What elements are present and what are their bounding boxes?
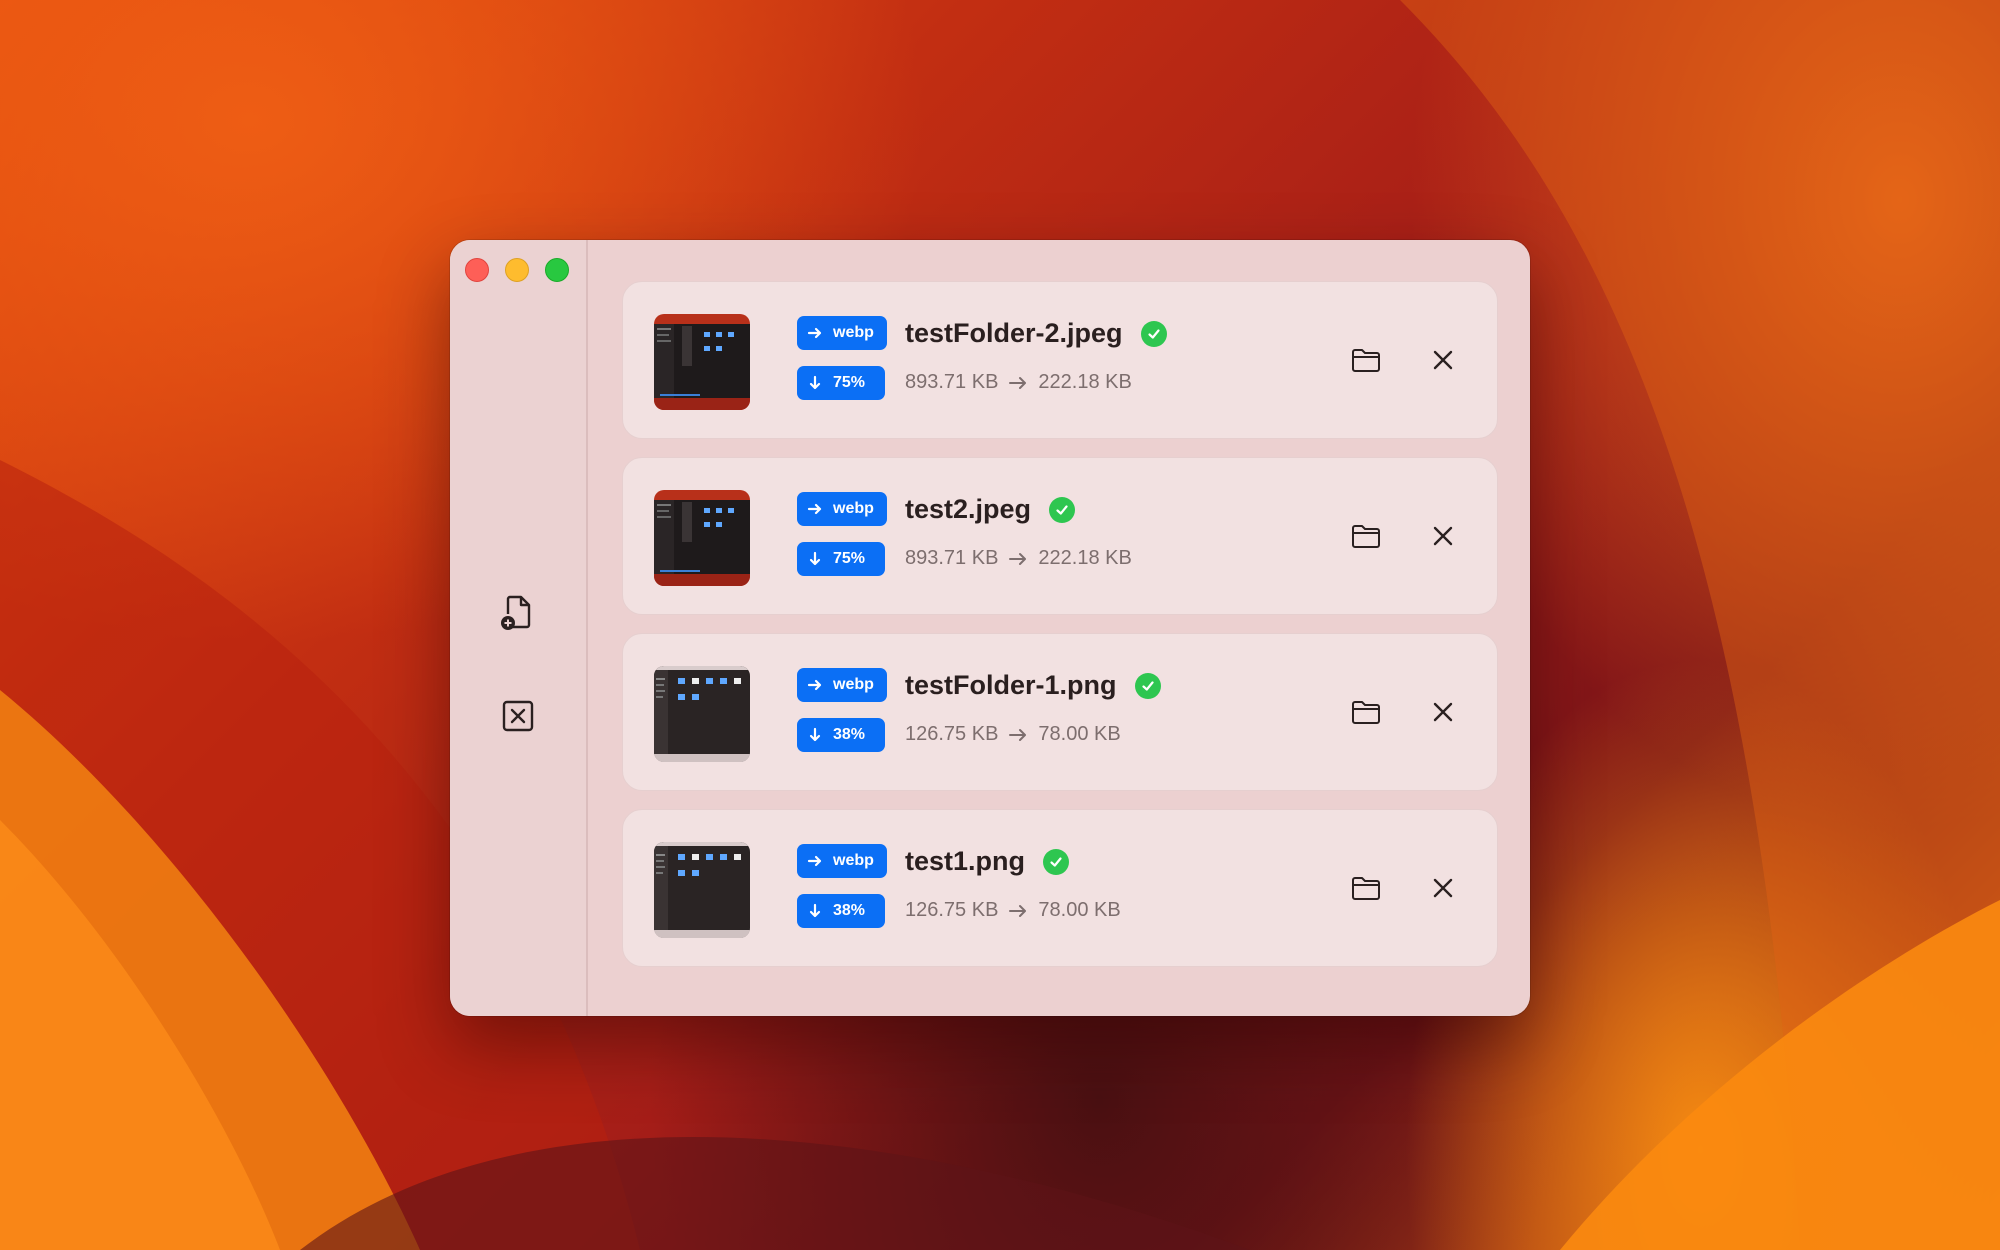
arrow-down-icon <box>809 903 821 918</box>
format-label: webp <box>833 500 874 517</box>
show-in-folder-button[interactable] <box>1346 692 1386 732</box>
close-icon <box>1433 702 1453 722</box>
app-window: i <box>450 240 1530 1016</box>
arrow-down-icon <box>809 551 821 566</box>
reduction-label: 38% <box>833 726 866 743</box>
folder-icon <box>1352 349 1380 372</box>
reduction-badge: 38% <box>797 894 885 928</box>
close-icon <box>1433 878 1453 898</box>
add-files-button[interactable] <box>486 580 550 644</box>
file-card: webp 75% testFolder-2.jpeg 893.71 KB 222… <box>622 281 1498 439</box>
arrow-right-icon <box>1008 727 1028 743</box>
success-check-icon <box>1134 672 1161 699</box>
file-name-text: testFolder-2.jpeg <box>905 318 1123 348</box>
file-thumbnail <box>654 490 750 586</box>
file-list: webp 75% testFolder-2.jpeg 893.71 KB 222… <box>586 240 1530 1016</box>
original-size: 893.71 KB <box>905 371 999 393</box>
target-format-badge: webp <box>797 668 887 702</box>
file-name: testFolder-1.png <box>905 670 1161 701</box>
target-format-badge: webp <box>797 492 887 526</box>
file-card: webp 38% test1.png 126.75 KB 78.00 KB <box>622 809 1498 967</box>
original-size: 893.71 KB <box>905 547 999 569</box>
file-name-text: test2.jpeg <box>905 494 1032 524</box>
file-name: test1.png <box>905 846 1070 877</box>
show-in-folder-button[interactable] <box>1346 868 1386 908</box>
arrow-right-icon <box>1008 375 1028 391</box>
folder-icon <box>1352 525 1380 548</box>
arrow-right-icon <box>807 855 822 867</box>
new-size: 78.00 KB <box>1038 723 1121 745</box>
arrow-down-icon <box>809 375 821 390</box>
file-name-text: test1.png <box>905 846 1026 876</box>
arrow-right-icon <box>807 327 822 339</box>
arrow-right-icon <box>1008 551 1028 567</box>
file-thumbnail <box>654 314 750 410</box>
clear-all-button[interactable] <box>486 684 550 748</box>
success-check-icon <box>1140 320 1167 347</box>
remove-file-button[interactable] <box>1423 516 1463 556</box>
new-size: 222.18 KB <box>1038 547 1132 569</box>
show-in-folder-button[interactable] <box>1346 340 1386 380</box>
sidebar: i <box>450 240 588 1016</box>
remove-file-button[interactable] <box>1423 692 1463 732</box>
format-label: webp <box>833 852 874 869</box>
close-icon <box>1433 350 1453 370</box>
zoom-window-button[interactable] <box>545 258 569 282</box>
reduction-label: 75% <box>833 550 866 567</box>
file-thumbnail <box>654 666 750 762</box>
reduction-label: 75% <box>833 374 866 391</box>
original-size: 126.75 KB <box>905 723 999 745</box>
file-name: testFolder-2.jpeg <box>905 318 1167 349</box>
success-check-icon <box>1049 496 1076 523</box>
size-comparison: 893.71 KB 222.18 KB <box>905 547 1132 570</box>
close-window-button[interactable] <box>465 258 489 282</box>
reduction-badge: 75% <box>797 366 885 400</box>
arrow-right-icon <box>807 679 822 691</box>
new-size: 78.00 KB <box>1038 899 1121 921</box>
reduction-badge: 75% <box>797 542 885 576</box>
remove-file-button[interactable] <box>1423 868 1463 908</box>
original-size: 126.75 KB <box>905 899 999 921</box>
folder-icon <box>1352 701 1380 724</box>
traffic-lights <box>465 258 569 282</box>
arrow-right-icon <box>807 503 822 515</box>
new-size: 222.18 KB <box>1038 371 1132 393</box>
arrow-down-icon <box>809 727 821 742</box>
file-card: webp 75% test2.jpeg 893.71 KB 222.18 KB <box>622 457 1498 615</box>
target-format-badge: webp <box>797 316 887 350</box>
minimize-window-button[interactable] <box>505 258 529 282</box>
clear-all-icon <box>502 700 534 732</box>
folder-icon <box>1352 877 1380 900</box>
file-name-text: testFolder-1.png <box>905 670 1117 700</box>
format-label: webp <box>833 324 874 341</box>
size-comparison: 126.75 KB 78.00 KB <box>905 723 1121 746</box>
show-in-folder-button[interactable] <box>1346 516 1386 556</box>
size-comparison: 893.71 KB 222.18 KB <box>905 371 1132 394</box>
arrow-right-icon <box>1008 903 1028 919</box>
reduction-label: 38% <box>833 902 866 919</box>
file-card: webp 38% testFolder-1.png 126.75 KB 78.0… <box>622 633 1498 791</box>
success-check-icon <box>1043 848 1070 875</box>
remove-file-button[interactable] <box>1423 340 1463 380</box>
target-format-badge: webp <box>797 844 887 878</box>
reduction-badge: 38% <box>797 718 885 752</box>
close-icon <box>1433 526 1453 546</box>
file-name: test2.jpeg <box>905 494 1076 525</box>
size-comparison: 126.75 KB 78.00 KB <box>905 899 1121 922</box>
add-file-icon <box>501 595 531 630</box>
file-thumbnail <box>654 842 750 938</box>
format-label: webp <box>833 676 874 693</box>
